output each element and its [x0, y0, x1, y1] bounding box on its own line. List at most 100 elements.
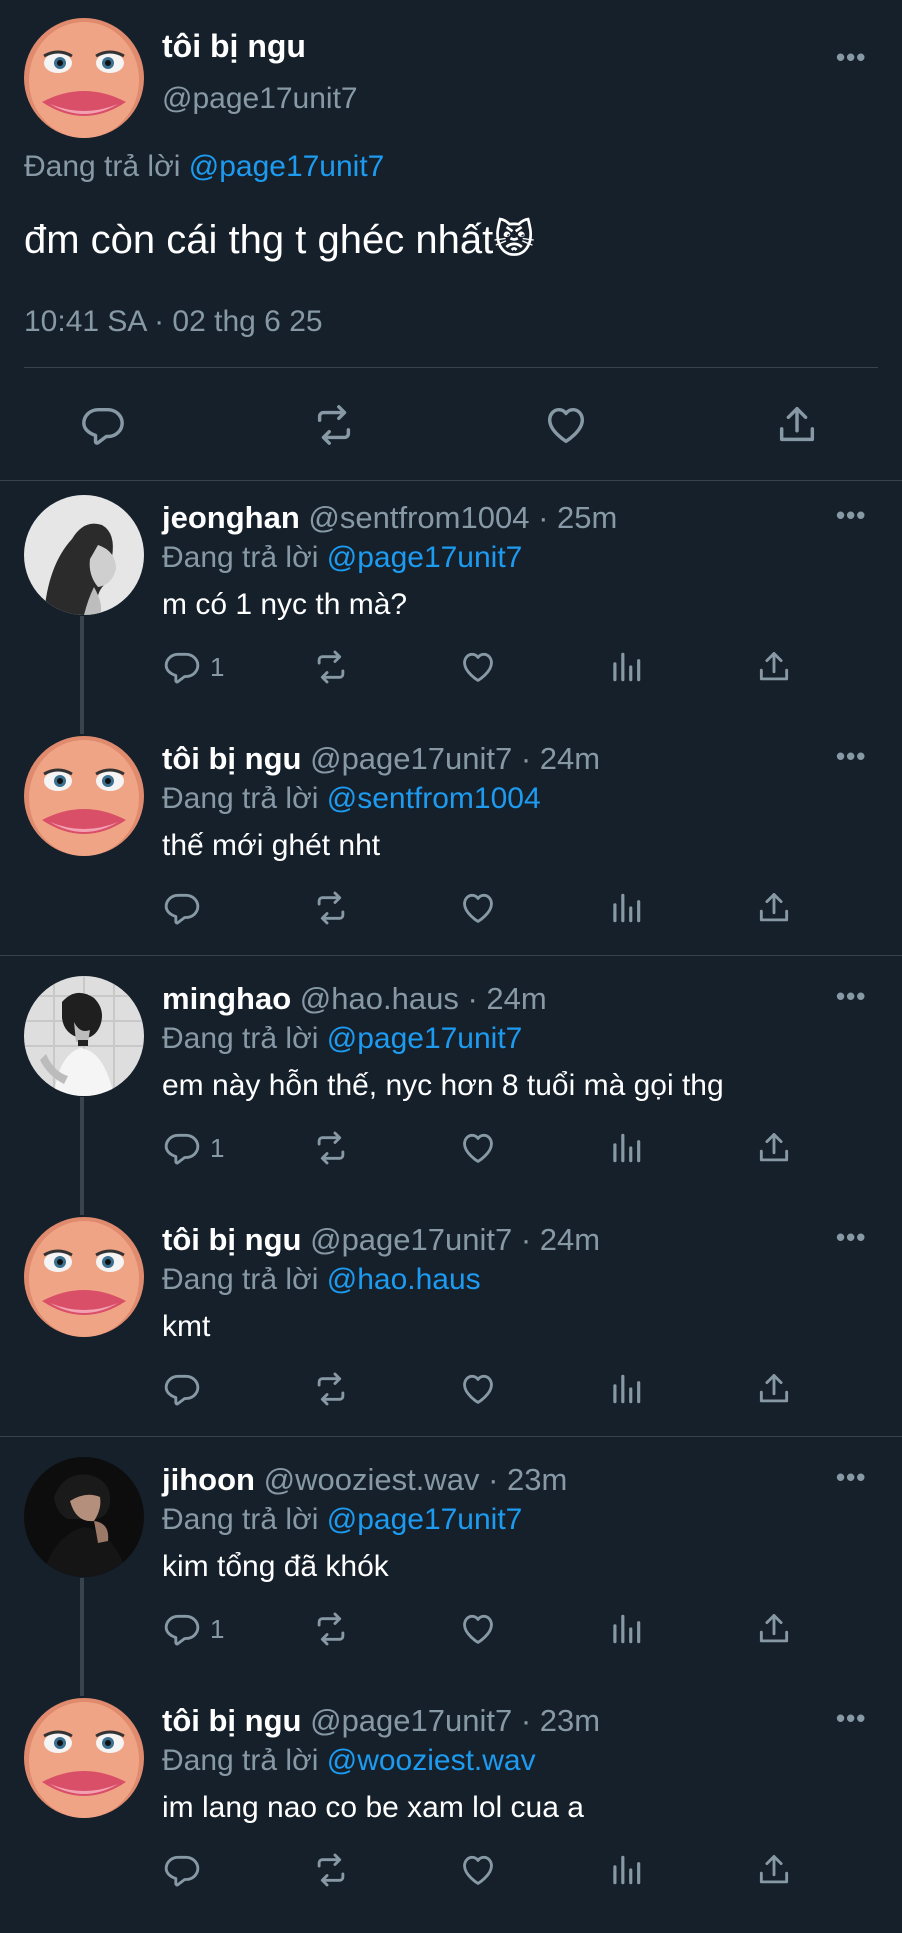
reply-tweet[interactable]: jeonghan @sentfrom1004 · 25m ••• Đang tr… — [0, 490, 902, 730]
author-handle[interactable]: @sentfrom1004 — [308, 500, 529, 535]
reply-to-link[interactable]: @page17unit7 — [327, 541, 523, 574]
reply-tweet[interactable]: tôi bị ngu @page17unit7 · 23m ••• Đang t… — [0, 1693, 902, 1933]
more-options-button[interactable]: ••• — [836, 42, 866, 73]
author-name[interactable]: tôi bị ngu — [162, 741, 301, 776]
reply-prefix: Đang trả lời — [24, 150, 181, 183]
reply-prefix: Đang trả lời — [162, 541, 319, 574]
relative-time[interactable]: · 24m — [467, 981, 546, 1016]
avatar[interactable] — [24, 1698, 144, 1818]
stats-icon[interactable] — [607, 1610, 645, 1648]
retweet-icon[interactable] — [312, 1610, 350, 1648]
author-name[interactable]: minghao — [162, 981, 291, 1016]
stats-icon[interactable] — [607, 889, 645, 927]
relative-time[interactable]: · 24m — [521, 741, 600, 776]
author-name[interactable]: jihoon — [162, 1462, 255, 1497]
author-handle[interactable]: @page17unit7 — [310, 741, 512, 776]
more-options-button[interactable]: ••• — [836, 1703, 866, 1734]
stats-icon[interactable] — [607, 648, 645, 686]
retweet-icon[interactable] — [312, 1129, 350, 1167]
reply-to-link[interactable]: @page17unit7 — [327, 1503, 523, 1536]
reply-icon[interactable] — [163, 648, 201, 686]
share-icon[interactable] — [755, 1851, 793, 1889]
avatar[interactable] — [24, 1217, 144, 1337]
share-icon[interactable] — [755, 889, 793, 927]
share-icon[interactable] — [755, 1129, 793, 1167]
reply-tweet[interactable]: minghao @hao.haus · 24m ••• Đang trả lời… — [0, 971, 902, 1211]
cartoon-face-icon — [24, 1698, 144, 1818]
reply-header: jihoon @wooziest.wav · 23m — [162, 1462, 567, 1498]
author-handle[interactable]: @page17unit7 — [162, 82, 358, 116]
like-icon[interactable] — [459, 648, 497, 686]
avatar[interactable] — [24, 495, 144, 615]
reply-icon[interactable] — [163, 889, 201, 927]
reply-header: minghao @hao.haus · 24m — [162, 981, 547, 1017]
reply-icon[interactable] — [163, 1610, 201, 1648]
cartoon-face-icon — [24, 736, 144, 856]
reply-to-link[interactable]: @hao.haus — [327, 1263, 481, 1296]
reply-text: em này hỗn thế, nyc hơn 8 tuổi mà gọi th… — [162, 1069, 724, 1102]
reply-to-link[interactable]: @page17unit7 — [189, 150, 385, 183]
reply-icon[interactable] — [163, 1370, 201, 1408]
like-icon[interactable] — [459, 1129, 497, 1167]
reply-to-link[interactable]: @sentfrom1004 — [327, 782, 541, 815]
reply-header: tôi bị ngu @page17unit7 · 24m — [162, 741, 600, 777]
author-name[interactable]: jeonghan — [162, 500, 300, 535]
stats-icon[interactable] — [607, 1851, 645, 1889]
retweet-icon[interactable] — [312, 889, 350, 927]
reply-actions: 1 — [0, 648, 902, 698]
stats-icon[interactable] — [607, 1129, 645, 1167]
main-tweet: tôi bị ngu @page17unit7 ••• Đang trả lời… — [0, 0, 902, 480]
relative-time[interactable]: · 25m — [538, 500, 617, 535]
reply-count: 1 — [210, 1133, 225, 1163]
relative-time[interactable]: · 23m — [521, 1703, 600, 1738]
retweet-icon[interactable] — [311, 402, 357, 448]
avatar[interactable] — [24, 976, 144, 1096]
share-icon[interactable] — [755, 1370, 793, 1408]
reply-icon[interactable] — [80, 402, 126, 448]
like-icon[interactable] — [459, 1370, 497, 1408]
reply-prefix: Đang trả lời — [162, 1263, 319, 1296]
share-icon[interactable] — [774, 402, 820, 448]
relative-time[interactable]: · 24m — [521, 1222, 600, 1257]
author-handle[interactable]: @wooziest.wav — [264, 1462, 480, 1497]
reply-tweet[interactable]: jihoon @wooziest.wav · 23m ••• Đang trả … — [0, 1452, 902, 1692]
author-handle[interactable]: @page17unit7 — [310, 1703, 512, 1738]
reply-icon[interactable] — [163, 1129, 201, 1167]
reply-prefix: Đang trả lời — [162, 1022, 319, 1055]
author-name[interactable]: tôi bị ngu — [162, 1222, 301, 1257]
author-handle[interactable]: @hao.haus — [300, 981, 459, 1016]
retweet-icon[interactable] — [312, 1851, 350, 1889]
reply-tweet[interactable]: tôi bị ngu @page17unit7 · 24m ••• Đang t… — [0, 731, 902, 971]
retweet-icon[interactable] — [312, 1370, 350, 1408]
more-options-button[interactable]: ••• — [836, 741, 866, 772]
like-icon[interactable] — [459, 1851, 497, 1889]
tweet-text-body: đm còn cái thg t ghéc nhất — [24, 218, 494, 262]
share-icon[interactable] — [755, 648, 793, 686]
avatar[interactable] — [24, 18, 144, 138]
reply-tweet[interactable]: tôi bị ngu @page17unit7 · 24m ••• Đang t… — [0, 1212, 902, 1452]
share-icon[interactable] — [755, 1610, 793, 1648]
retweet-icon[interactable] — [312, 648, 350, 686]
author-name[interactable]: tôi bị ngu — [162, 1703, 301, 1738]
relative-time[interactable]: · 23m — [488, 1462, 567, 1497]
reply-to-link[interactable]: @page17unit7 — [327, 1022, 523, 1055]
more-options-button[interactable]: ••• — [836, 981, 866, 1012]
reply-icon[interactable] — [163, 1851, 201, 1889]
author-name[interactable]: tôi bị ngu — [162, 28, 306, 65]
stats-icon[interactable] — [607, 1370, 645, 1408]
more-options-button[interactable]: ••• — [836, 500, 866, 531]
tweet-timestamp[interactable]: 10:41 SA · 02 thg 6 25 — [24, 305, 323, 339]
avatar[interactable] — [24, 736, 144, 856]
more-options-button[interactable]: ••• — [836, 1222, 866, 1253]
author-handle[interactable]: @page17unit7 — [310, 1222, 512, 1257]
more-options-button[interactable]: ••• — [836, 1462, 866, 1493]
reply-header: jeonghan @sentfrom1004 · 25m — [162, 500, 617, 536]
like-icon[interactable] — [459, 1610, 497, 1648]
like-icon[interactable] — [543, 402, 589, 448]
divider — [0, 955, 902, 956]
reply-to-link[interactable]: @wooziest.wav — [327, 1744, 536, 1777]
reply-actions — [0, 1370, 902, 1420]
avatar[interactable] — [24, 1457, 144, 1577]
like-icon[interactable] — [459, 889, 497, 927]
reply-context: Đang trả lời @page17unit7 — [162, 541, 522, 575]
